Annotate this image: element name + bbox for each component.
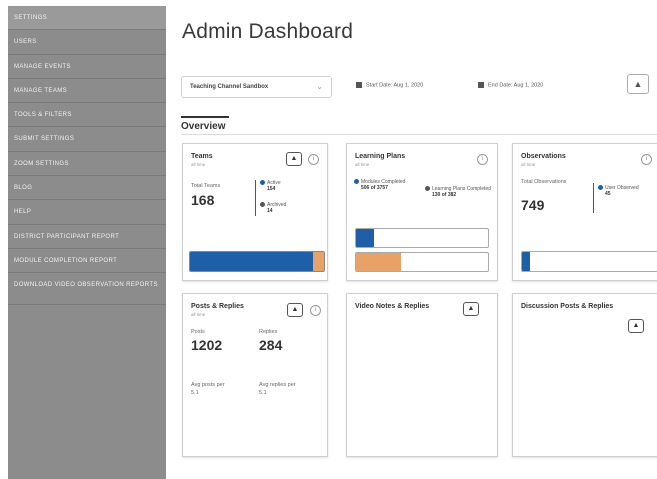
discussion-card: Discussion Posts & Replies ▲ <box>512 293 657 457</box>
upload-icon: ▲ <box>290 155 298 162</box>
teams-export-button[interactable]: ▲ <box>286 152 302 166</box>
replies-label: Replies <box>259 329 278 335</box>
teams-card: Teams all time ▲ i Total Teams 168 Activ… <box>182 143 328 281</box>
sidebar-item-download-observation-reports[interactable]: DOWNLOAD VIDEO OBSERVATION REPORTS <box>8 273 166 306</box>
start-date-filter[interactable]: Start Date: Aug 1, 2020 <box>356 82 423 88</box>
tab-divider <box>181 134 657 135</box>
video-notes-export-button[interactable]: ▲ <box>463 302 479 316</box>
observations-fill <box>522 252 531 271</box>
sidebar-item-submit-settings[interactable]: SUBMIT SETTINGS <box>8 127 166 152</box>
posts-value: 1202 <box>191 337 223 353</box>
teams-legend-active: Active 154 <box>260 180 281 192</box>
sidebar: SETTINGS USERS MANAGE EVENTS MANAGE TEAM… <box>8 6 166 479</box>
calendar-icon <box>478 82 484 88</box>
upload-icon: ▲ <box>291 306 299 313</box>
legend-dot <box>354 179 359 185</box>
total-teams-value: 168 <box>191 192 215 208</box>
teams-legend-archived: Archived 14 <box>260 202 286 214</box>
posts-replies-card-subtitle: all time <box>191 312 206 317</box>
learning-plans-card-title: Learning Plans <box>355 153 406 160</box>
discussion-card-title: Discussion Posts & Replies <box>521 303 614 310</box>
observations-divider <box>593 183 594 213</box>
sidebar-item-users[interactable]: USERS <box>8 30 166 55</box>
export-button[interactable]: ▲ <box>627 74 649 94</box>
observations-card-subtitle: all time <box>521 162 536 167</box>
posts-export-button[interactable]: ▲ <box>287 303 303 317</box>
upload-icon: ▲ <box>467 305 475 312</box>
posts-replies-card: Posts & Replies all time ▲ i Posts 1202 … <box>182 293 328 457</box>
sidebar-item-tools-filters[interactable]: TOOLS & FILTERS <box>8 103 166 128</box>
user-observed-stat: User Observed 45 <box>598 185 648 197</box>
start-date-label: Start Date: Aug 1, 2020 <box>366 82 424 89</box>
avg-replies-label: Avg replies per <box>259 382 296 388</box>
end-date-filter[interactable]: End Date: Aug 1, 2020 <box>478 82 543 88</box>
plans-progress-bar <box>355 252 489 272</box>
video-notes-card-title: Video Notes & Replies <box>355 303 430 310</box>
chevron-down-icon: ⌄ <box>316 82 323 91</box>
plans-completed-stat: Learning Plans Completed 130 of 382 <box>425 186 491 198</box>
total-observations-value: 749 <box>521 197 545 213</box>
sidebar-item-module-completion-report[interactable]: MODULE COMPLETION REPORT <box>8 249 166 274</box>
observations-card-title: Observations <box>521 153 566 160</box>
sidebar-item-blog[interactable]: BLOG <box>8 176 166 201</box>
modules-fill <box>356 229 374 247</box>
avg-posts-value: 5.1 <box>191 390 199 396</box>
observations-progress-bar <box>521 251 657 272</box>
teams-card-title: Teams <box>191 153 213 160</box>
modules-completed-stat: Modules Completed 506 of 3757 <box>354 179 414 191</box>
observations-card: Observations all time i Total Observatio… <box>512 143 657 281</box>
replies-value: 284 <box>259 337 283 353</box>
teams-archived-fill <box>312 252 324 271</box>
legend-value: 14 <box>267 208 273 214</box>
learning-plans-card: Learning Plans all time i Modules Comple… <box>346 143 498 281</box>
organization-select[interactable]: Teaching Channel Sandbox ⌄ <box>181 76 332 98</box>
discussion-export-button[interactable]: ▲ <box>628 319 644 333</box>
total-observations-label: Total Observations <box>521 179 567 185</box>
teams-card-subtitle: all time <box>191 162 206 167</box>
posts-label: Posts <box>191 329 205 335</box>
upload-icon: ▲ <box>632 322 640 329</box>
page-title: Admin Dashboard <box>182 20 354 43</box>
avg-replies-value: 5.1 <box>259 390 267 396</box>
legend-dot <box>425 186 430 192</box>
sidebar-item-help[interactable]: HELP <box>8 200 166 225</box>
organization-select-value: Teaching Channel Sandbox <box>190 84 269 90</box>
tab-overview[interactable]: Overview <box>181 121 225 132</box>
sidebar-item-manage-teams[interactable]: MANAGE TEAMS <box>8 79 166 104</box>
legend-dot <box>260 180 265 186</box>
legend-dot <box>260 202 265 208</box>
upload-icon: ▲ <box>633 79 643 89</box>
avg-posts-label: Avg posts per <box>191 382 225 388</box>
legend-dot <box>598 185 603 191</box>
active-tab-indicator <box>181 116 229 118</box>
video-notes-card: Video Notes & Replies ▲ <box>346 293 498 457</box>
sidebar-item-district-participant-report[interactable]: DISTRICT PARTICIPANT REPORT <box>8 225 166 249</box>
teams-info-icon[interactable]: i <box>308 154 319 165</box>
learning-plans-info-icon[interactable]: i <box>477 154 488 165</box>
plans-completed-value: 130 of 382 <box>432 192 457 198</box>
observations-info-icon[interactable]: i <box>641 154 652 165</box>
sidebar-item-settings[interactable]: SETTINGS <box>8 6 166 31</box>
learning-plans-card-subtitle: all time <box>355 162 370 167</box>
posts-replies-card-title: Posts & Replies <box>191 303 244 310</box>
teams-divider <box>255 180 256 216</box>
sidebar-item-manage-events[interactable]: MANAGE EVENTS <box>8 55 166 79</box>
end-date-label: End Date: Aug 1, 2020 <box>488 82 544 89</box>
user-observed-value: 45 <box>605 191 611 197</box>
total-teams-label: Total Teams <box>191 183 221 189</box>
legend-value: 154 <box>267 186 276 192</box>
posts-info-icon[interactable]: i <box>310 305 321 316</box>
teams-active-fill <box>190 252 313 271</box>
modules-completed-value: 506 of 3757 <box>361 185 388 191</box>
sidebar-item-zoom-settings[interactable]: ZOOM SETTINGS <box>8 152 166 177</box>
calendar-icon <box>356 82 362 88</box>
modules-progress-bar <box>355 228 489 248</box>
plans-fill <box>356 253 401 271</box>
teams-progress-bar <box>189 251 325 272</box>
